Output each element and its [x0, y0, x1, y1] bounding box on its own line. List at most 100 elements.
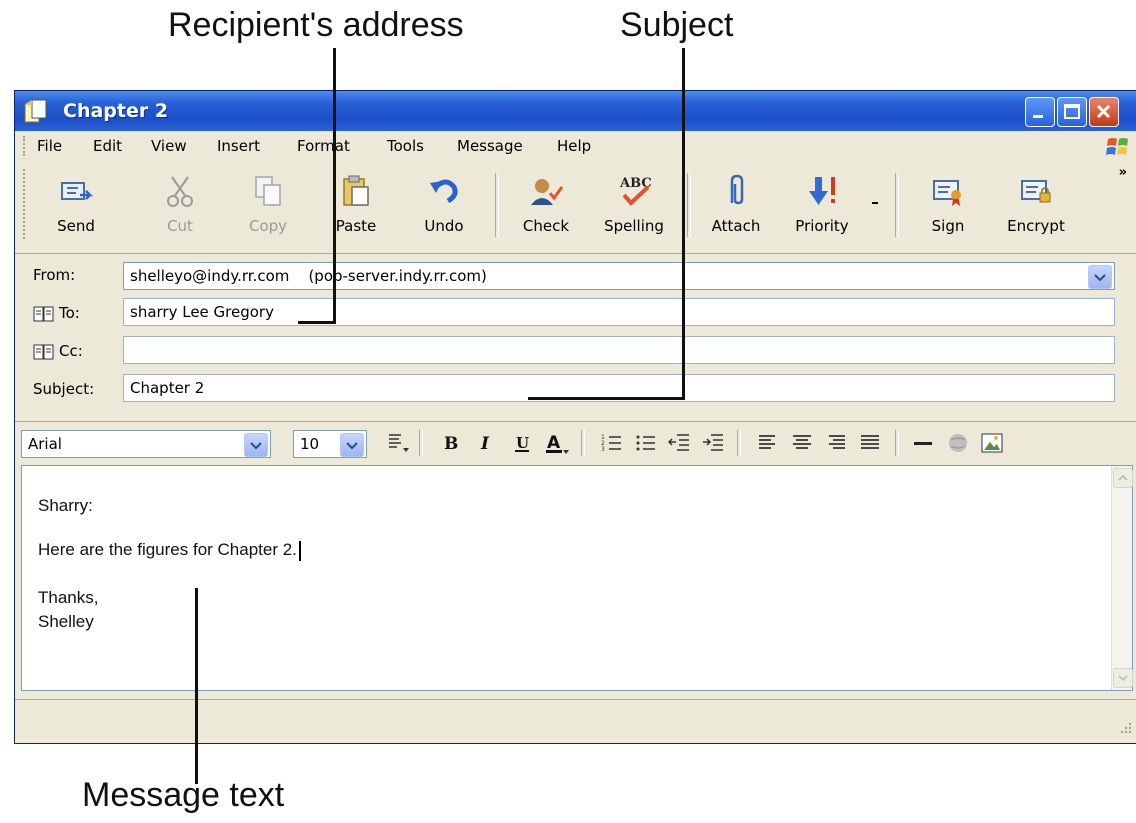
sign-button[interactable]: Sign — [911, 167, 985, 245]
subject-value: Chapter 2 — [130, 379, 205, 397]
close-button[interactable] — [1089, 97, 1119, 127]
message-body[interactable]: Sharry: Here are the figures for Chapter… — [21, 465, 1133, 691]
menu-format[interactable]: Format — [297, 137, 350, 155]
to-label: To: — [59, 304, 80, 322]
message-line: Sharry: — [38, 496, 93, 515]
cc-field[interactable] — [123, 336, 1115, 364]
menu-bar: File Edit View Insert Format Tools Messa… — [15, 133, 1136, 159]
format-separator — [419, 430, 423, 456]
encrypt-button[interactable]: Encrypt — [999, 167, 1073, 245]
sign-label: Sign — [931, 217, 965, 235]
scissors-icon — [167, 176, 193, 207]
send-label: Send — [57, 217, 95, 235]
scroll-up-button[interactable] — [1113, 468, 1133, 488]
priority-button[interactable]: Priority — [785, 167, 859, 245]
from-value: shelleyo@indy.rr.com (pop-server.indy.rr… — [130, 267, 487, 285]
decrease-indent-icon[interactable] — [667, 430, 693, 456]
subject-leader-line — [528, 397, 685, 400]
callout-recipient-address: Recipient's address — [168, 6, 464, 44]
from-select[interactable]: shelleyo@indy.rr.com (pop-server.indy.rr… — [123, 262, 1115, 290]
menu-help[interactable]: Help — [557, 137, 591, 155]
italic-icon[interactable]: I — [473, 430, 499, 456]
scroll-down-button[interactable] — [1113, 668, 1133, 688]
standard-toolbar: Send Cut Copy Paste Undo Check ABC Spell… — [15, 161, 1136, 253]
chevron-down-icon — [250, 442, 262, 450]
address-book-icon — [33, 344, 54, 359]
paste-button[interactable]: Paste — [319, 167, 393, 245]
send-icon — [61, 182, 94, 200]
underline-icon[interactable]: U — [509, 430, 535, 456]
hyperlink-globe-icon[interactable] — [945, 430, 971, 456]
svg-text:3: 3 — [601, 446, 605, 453]
menu-view[interactable]: View — [151, 137, 187, 155]
format-separator — [737, 430, 741, 456]
cut-button[interactable]: Cut — [143, 167, 217, 245]
menu-message[interactable]: Message — [457, 137, 523, 155]
maximize-button[interactable] — [1057, 97, 1087, 127]
format-separator — [895, 430, 899, 456]
send-button[interactable]: Send — [39, 167, 113, 245]
encrypt-label: Encrypt — [1007, 217, 1065, 235]
check-names-icon — [531, 179, 564, 205]
minimize-button[interactable] — [1025, 97, 1055, 127]
chevron-down-icon — [1094, 274, 1106, 282]
font-size-select[interactable]: 10 — [293, 430, 367, 458]
toolbar-grip — [23, 169, 28, 239]
undo-label: Undo — [424, 217, 464, 235]
formatting-toolbar: Arial 10 B I U A 123 — [15, 421, 1136, 464]
copy-button[interactable]: Copy — [231, 167, 305, 245]
numbered-list-icon[interactable]: 123 — [599, 430, 625, 456]
chevron-down-icon — [346, 442, 358, 450]
menu-insert[interactable]: Insert — [217, 137, 260, 155]
check-names-button[interactable]: Check — [509, 167, 583, 245]
windows-logo-icon — [1106, 138, 1128, 155]
insert-picture-icon[interactable] — [979, 430, 1005, 456]
recipient-leader-line — [298, 321, 336, 324]
cc-button[interactable]: Cc: — [33, 342, 83, 360]
cut-label: Cut — [167, 217, 193, 235]
from-dropdown-button[interactable] — [1088, 265, 1112, 289]
align-right-icon[interactable] — [823, 430, 849, 456]
cc-label: Cc: — [59, 342, 83, 360]
minimize-icon — [1033, 115, 1043, 118]
horizontal-line-icon[interactable] — [911, 430, 937, 456]
recipient-leader-line — [333, 48, 336, 324]
chevron-down-icon — [1118, 675, 1128, 682]
priority-dropdown-icon[interactable] — [869, 197, 881, 209]
title-bar[interactable]: Chapter 2 — [15, 91, 1136, 131]
toolbar-overflow-button[interactable]: » — [1119, 165, 1127, 180]
menu-tools[interactable]: Tools — [387, 137, 424, 155]
attach-button[interactable]: Attach — [699, 167, 773, 245]
callout-message-text: Message text — [82, 776, 285, 814]
justify-icon[interactable] — [857, 430, 883, 456]
paragraph-style-icon[interactable] — [385, 430, 411, 456]
bold-icon[interactable]: B — [437, 430, 463, 456]
align-left-icon[interactable] — [755, 430, 781, 456]
priority-label: Priority — [795, 217, 849, 235]
font-size-dropdown-button[interactable] — [340, 433, 364, 457]
font-select[interactable]: Arial — [21, 430, 271, 458]
to-field[interactable]: sharry Lee Gregory — [123, 298, 1115, 326]
menu-file[interactable]: File — [37, 137, 62, 155]
increase-indent-icon[interactable] — [701, 430, 727, 456]
align-center-icon[interactable] — [789, 430, 815, 456]
address-book-icon — [33, 306, 54, 321]
font-color-icon[interactable]: A — [543, 430, 569, 456]
spelling-icon: ABC — [619, 176, 652, 206]
font-size-value: 10 — [300, 435, 320, 453]
font-dropdown-button[interactable] — [244, 433, 268, 457]
priority-icon — [809, 177, 835, 205]
vertical-scrollbar[interactable] — [1111, 466, 1133, 690]
bulleted-list-icon[interactable] — [633, 430, 659, 456]
subject-leader-line — [682, 48, 685, 400]
svg-text:I: I — [480, 434, 490, 454]
toolbar-separator — [687, 173, 691, 237]
message-leader-line — [195, 588, 198, 784]
message-line: Thanks, — [38, 588, 99, 607]
text-caret — [298, 540, 301, 561]
undo-button[interactable]: Undo — [407, 167, 481, 245]
resize-grip-icon[interactable] — [1117, 720, 1133, 736]
to-button[interactable]: To: — [33, 304, 80, 322]
menu-edit[interactable]: Edit — [93, 137, 122, 155]
spelling-button[interactable]: ABC Spelling — [597, 167, 671, 245]
